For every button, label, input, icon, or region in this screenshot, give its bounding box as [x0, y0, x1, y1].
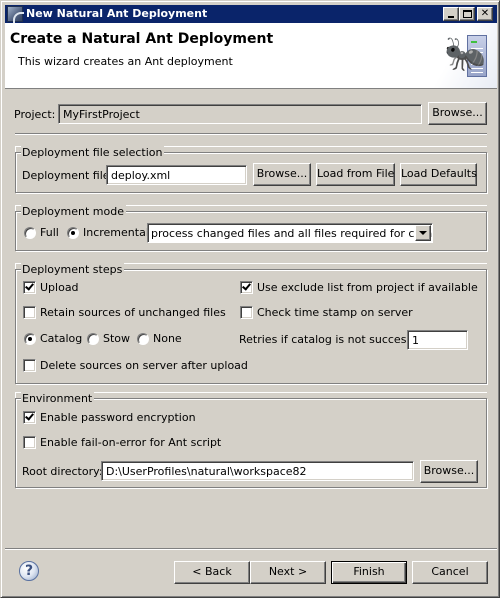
fail-on-error-label: Enable fail-on-error for Ant script [40, 436, 222, 449]
password-encryption-checkbox[interactable] [23, 411, 36, 424]
ant-server-icon: 🐜 [427, 23, 497, 88]
root-directory-browse-button[interactable]: Browse... [420, 460, 478, 483]
minimize-icon [448, 16, 454, 18]
password-encryption-label: Enable password encryption [40, 411, 196, 424]
retries-label: Retries if catalog is not successful [239, 333, 427, 346]
none-label: None [153, 332, 182, 345]
eclipse-app-icon [7, 6, 24, 23]
help-icon[interactable]: ? [19, 561, 39, 581]
next-button[interactable]: Next > [250, 561, 326, 584]
incremental-mode-dropdown[interactable]: process changed files and all files requ… [147, 223, 433, 243]
fail-on-error-checkbox[interactable] [23, 436, 36, 449]
catalog-label: Catalog [40, 332, 83, 345]
stow-label: Stow [103, 332, 131, 345]
project-label: Project: [14, 108, 56, 121]
page-description: This wizard creates an Ant deployment [18, 55, 233, 68]
upload-label: Upload [40, 281, 79, 294]
upload-checkbox[interactable] [23, 281, 36, 294]
delete-sources-checkbox[interactable] [23, 359, 36, 372]
deployment-file-label: Deployment file: [22, 169, 114, 182]
wizard-window: New Natural Ant Deployment ✕ Create a Na… [0, 0, 500, 598]
deployment-mode-legend: Deployment mode [21, 205, 126, 218]
maximize-button[interactable] [459, 7, 475, 21]
ant-icon: 🐜 [444, 34, 487, 74]
check-timestamp-label: Check time stamp on server [257, 306, 413, 319]
mode-incremental-radio[interactable] [67, 227, 79, 239]
file-selection-legend: Deployment file selection [21, 146, 165, 159]
chevron-down-icon[interactable] [415, 225, 431, 241]
delete-sources-label: Delete sources on server after upload [40, 359, 248, 372]
mode-full-radio[interactable] [24, 227, 36, 239]
retries-input[interactable]: 1 [407, 330, 468, 350]
environment-legend: Environment [21, 392, 95, 405]
incremental-mode-value: process changed files and all files requ… [151, 227, 433, 240]
close-icon: ✕ [480, 8, 490, 19]
project-browse-button[interactable]: Browse... [428, 102, 487, 125]
deployment-file-input[interactable]: deploy.xml [106, 165, 247, 185]
root-directory-input[interactable]: D:\UserProfiles\natural\workspace82 [101, 461, 414, 481]
exclude-list-label: Use exclude list from project if availab… [257, 281, 478, 294]
close-button[interactable]: ✕ [477, 7, 493, 21]
window-title: New Natural Ant Deployment [26, 7, 208, 20]
finish-button[interactable]: Finish [331, 561, 407, 584]
title-bar: New Natural Ant Deployment ✕ [5, 5, 497, 23]
none-radio[interactable] [137, 333, 149, 345]
cancel-button[interactable]: Cancel [412, 561, 488, 584]
stow-radio[interactable] [87, 333, 99, 345]
deployment-file-browse-button[interactable]: Browse... [253, 163, 311, 186]
maximize-icon [463, 10, 472, 18]
mode-incremental-label: Incremental [83, 226, 149, 239]
load-defaults-button[interactable]: Load Defaults [400, 163, 477, 186]
retain-sources-checkbox[interactable] [23, 306, 36, 319]
exclude-list-checkbox[interactable] [240, 281, 253, 294]
project-field[interactable]: MyFirstProject [58, 104, 422, 124]
catalog-radio[interactable] [24, 333, 36, 345]
mode-full-label: Full [40, 226, 59, 239]
wizard-header: Create a Natural Ant Deployment This wiz… [5, 23, 497, 89]
deployment-steps-legend: Deployment steps [21, 263, 125, 276]
retain-sources-label: Retain sources of unchanged files [40, 306, 226, 319]
minimize-button[interactable] [443, 7, 459, 21]
back-button[interactable]: < Back [174, 561, 250, 584]
check-timestamp-checkbox[interactable] [240, 306, 253, 319]
page-title: Create a Natural Ant Deployment [10, 31, 274, 47]
load-from-file-button[interactable]: Load from File [316, 163, 395, 186]
footer-separator [5, 548, 497, 550]
separator [15, 133, 487, 135]
root-directory-label: Root directory: [22, 465, 103, 478]
